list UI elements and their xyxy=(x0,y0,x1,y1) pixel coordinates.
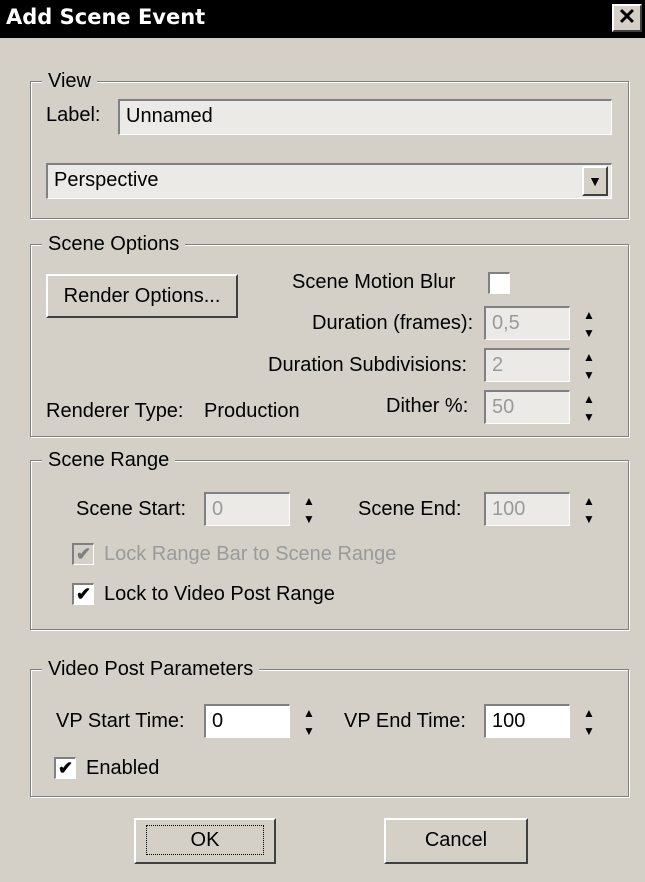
close-button[interactable]: ✕ xyxy=(612,4,642,32)
subdivisions-spinner[interactable]: ▲ ▼ xyxy=(578,348,600,384)
spin-up-icon[interactable]: ▲ xyxy=(578,492,600,510)
spin-down-icon[interactable]: ▼ xyxy=(578,722,600,740)
scene-end-spinner[interactable]: ▲ ▼ xyxy=(578,492,600,528)
lock-range-bar-label: Lock Range Bar to Scene Range xyxy=(104,543,397,565)
dither-input[interactable]: 50 xyxy=(484,390,570,424)
dialog-title: Add Scene Event xyxy=(6,5,206,29)
view-legend: View xyxy=(42,70,97,92)
spin-down-icon[interactable]: ▼ xyxy=(578,510,600,528)
lock-video-post-label: Lock to Video Post Range xyxy=(104,583,335,605)
spin-up-icon[interactable]: ▲ xyxy=(298,704,320,722)
scene-start-label: Scene Start: xyxy=(76,498,187,520)
ok-button-label: OK xyxy=(145,825,265,855)
spin-down-icon[interactable]: ▼ xyxy=(298,722,320,740)
subdivisions-input[interactable]: 2 xyxy=(484,348,570,382)
dither-label: Dither %: xyxy=(386,395,469,417)
renderer-type-value: Production xyxy=(204,400,300,422)
enabled-label: Enabled xyxy=(86,757,160,779)
motion-blur-checkbox[interactable] xyxy=(488,272,510,294)
title-bar: Add Scene Event ✕ xyxy=(0,0,645,38)
scene-options-legend: Scene Options xyxy=(42,233,186,255)
spin-up-icon[interactable]: ▲ xyxy=(578,390,600,408)
spin-up-icon[interactable]: ▲ xyxy=(578,306,600,324)
label-input[interactable]: Unnamed xyxy=(118,99,612,135)
lock-range-bar-checkbox[interactable]: ✔ xyxy=(72,543,94,565)
motion-blur-label: Scene Motion Blur xyxy=(292,271,456,293)
vp-end-spinner[interactable]: ▲ ▼ xyxy=(578,704,600,740)
duration-input[interactable]: 0,5 xyxy=(484,306,570,340)
spin-down-icon[interactable]: ▼ xyxy=(298,510,320,528)
spin-down-icon[interactable]: ▼ xyxy=(578,408,600,426)
vp-end-label: VP End Time: xyxy=(344,710,466,732)
scene-start-spinner[interactable]: ▲ ▼ xyxy=(298,492,320,528)
spin-up-icon[interactable]: ▲ xyxy=(578,704,600,722)
enabled-checkbox[interactable]: ✔ xyxy=(54,757,76,779)
subdivisions-label: Duration Subdivisions: xyxy=(268,354,467,376)
duration-label: Duration (frames): xyxy=(312,312,474,334)
dither-spinner[interactable]: ▲ ▼ xyxy=(578,390,600,426)
renderer-type-label: Renderer Type: xyxy=(46,400,184,422)
scene-range-legend: Scene Range xyxy=(42,449,176,471)
label-caption: Label: xyxy=(46,104,101,126)
lock-video-post-checkbox[interactable]: ✔ xyxy=(72,583,94,605)
video-post-legend: Video Post Parameters xyxy=(42,658,260,680)
spin-up-icon[interactable]: ▲ xyxy=(298,492,320,510)
spin-down-icon[interactable]: ▼ xyxy=(578,366,600,384)
viewport-dropdown[interactable]: Perspective xyxy=(46,163,612,199)
spin-down-icon[interactable]: ▼ xyxy=(578,324,600,342)
ok-button[interactable]: OK xyxy=(134,818,276,864)
vp-end-input[interactable]: 100 xyxy=(484,704,570,738)
cancel-button[interactable]: Cancel xyxy=(384,818,528,864)
scene-end-label: Scene End: xyxy=(358,498,462,520)
vp-start-spinner[interactable]: ▲ ▼ xyxy=(298,704,320,740)
spin-up-icon[interactable]: ▲ xyxy=(578,348,600,366)
render-options-button[interactable]: Render Options... xyxy=(46,274,238,318)
vp-start-label: VP Start Time: xyxy=(56,710,185,732)
scene-start-input[interactable]: 0 xyxy=(204,492,290,526)
vp-start-input[interactable]: 0 xyxy=(204,704,290,738)
scene-end-input[interactable]: 100 xyxy=(484,492,570,526)
viewport-selected-value: Perspective xyxy=(54,169,159,191)
duration-spinner[interactable]: ▲ ▼ xyxy=(578,306,600,342)
dropdown-arrow-icon[interactable]: ▼ xyxy=(582,166,608,196)
